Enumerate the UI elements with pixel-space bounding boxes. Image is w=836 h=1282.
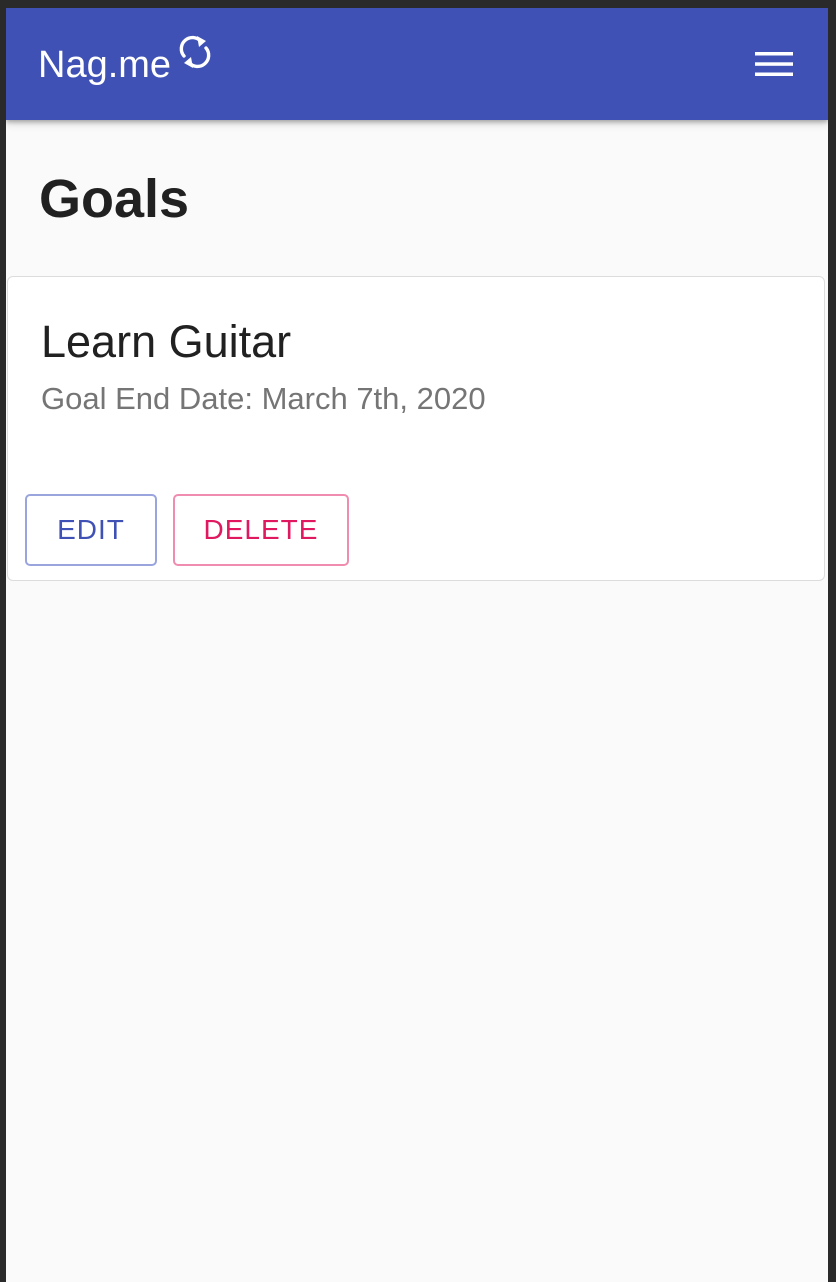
goal-card: Learn Guitar Goal End Date: March 7th, 2… (7, 276, 825, 581)
app-bar: Nag.me (6, 8, 828, 120)
hamburger-menu-icon (755, 52, 793, 76)
edit-goal-button[interactable]: EDIT (25, 494, 157, 566)
page-title: Goals (39, 169, 190, 229)
brand-link[interactable]: Nag.me (38, 35, 215, 90)
sync-icon (179, 35, 211, 69)
menu-button[interactable] (750, 43, 798, 85)
delete-goal-button[interactable]: DELETE (173, 494, 349, 566)
brand-name: Nag.me (38, 44, 172, 86)
goal-title: Learn Guitar (41, 316, 292, 367)
goal-end-date: Goal End Date: March 7th, 2020 (41, 381, 486, 416)
app-frame: Nag.me Goals Learn Guitar Goal End Date:… (6, 8, 828, 1282)
